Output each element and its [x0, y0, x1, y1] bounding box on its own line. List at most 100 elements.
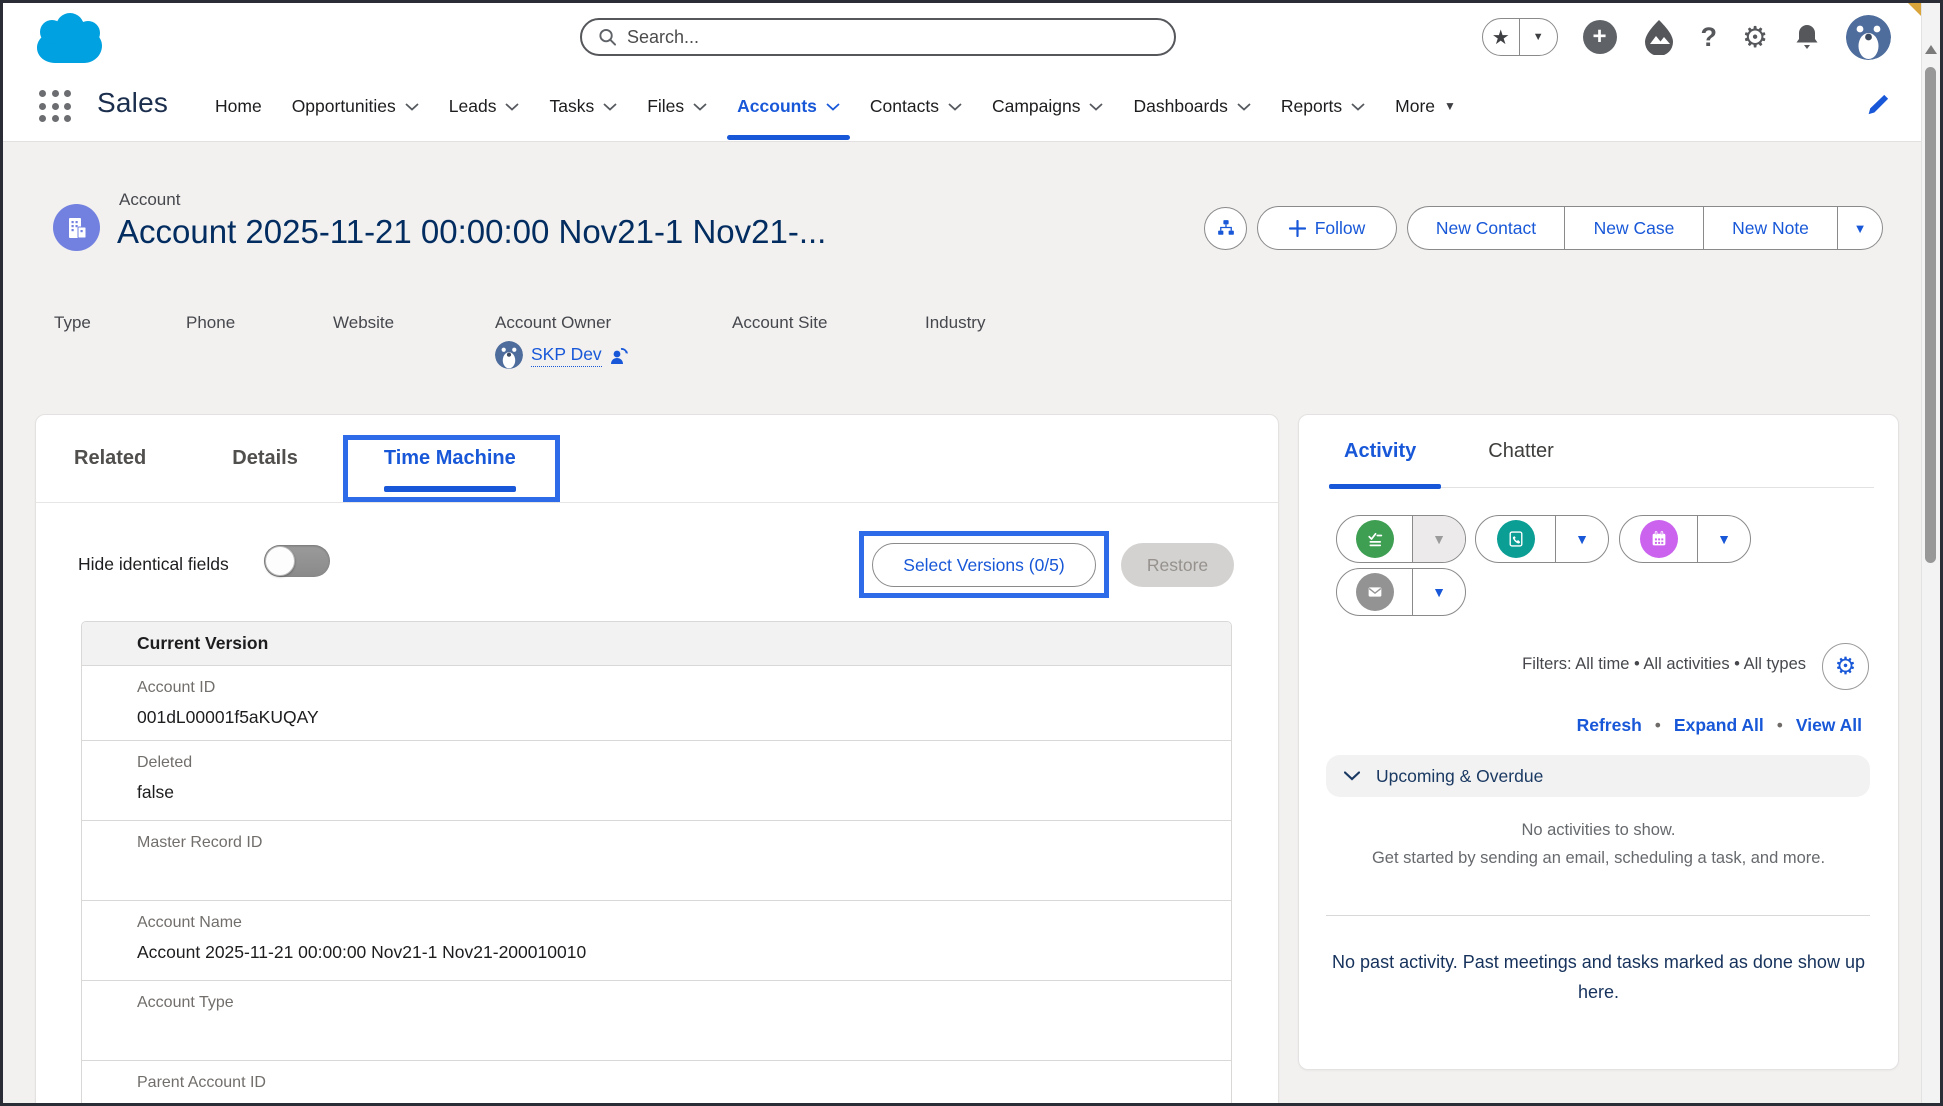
new-case-button[interactable]: New Case — [1564, 206, 1703, 250]
call-dropdown-button[interactable]: ▼ — [1556, 516, 1608, 562]
chevron-down-icon — [826, 103, 840, 111]
global-actions-button[interactable]: + — [1583, 20, 1617, 54]
star-icon: ★ — [1492, 25, 1510, 50]
nav-item-more[interactable]: More▼ — [1395, 70, 1456, 142]
page-content: Account Account 2025-11-21 00:00:00 Nov2… — [3, 143, 1921, 1103]
plus-icon — [1289, 220, 1306, 237]
caret-down-icon: ▼ — [1444, 99, 1456, 113]
get-started-text: Get started by sending an email, schedul… — [1299, 849, 1898, 868]
task-icon — [1364, 528, 1386, 550]
caret-down-icon: ▼ — [1854, 221, 1867, 236]
email-button[interactable] — [1337, 569, 1413, 615]
tab-activity[interactable]: Activity — [1344, 440, 1416, 463]
tab-related[interactable]: Related — [74, 415, 146, 502]
nav-item-reports[interactable]: Reports — [1281, 70, 1365, 142]
caret-down-icon: ▼ — [1717, 531, 1731, 547]
chevron-down-icon — [603, 103, 617, 111]
record-detail-card: Related Details Time Machine Hide identi… — [35, 414, 1279, 1106]
chevron-down-icon — [1344, 771, 1360, 781]
table-row: Account Name Account 2025-11-21 00:00:00… — [82, 901, 1231, 981]
nav-item-leads[interactable]: Leads — [449, 70, 520, 142]
global-search[interactable] — [580, 18, 1176, 56]
email-button-group: ▼ — [1336, 568, 1466, 616]
help-icon[interactable]: ? — [1701, 22, 1718, 53]
nav-item-campaigns[interactable]: Campaigns — [992, 70, 1104, 142]
restore-button[interactable]: Restore — [1121, 543, 1234, 587]
more-actions-button[interactable]: ▼ — [1837, 206, 1883, 250]
chevron-down-icon — [1351, 103, 1365, 111]
chevron-down-icon — [1089, 103, 1103, 111]
chevron-down-icon — [505, 103, 519, 111]
plus-icon: + — [1592, 23, 1606, 51]
nav-item-home[interactable]: Home — [215, 70, 262, 142]
page-title: Account 2025-11-21 00:00:00 Nov21-1 Nov2… — [117, 213, 826, 251]
caret-down-icon: ▼ — [1533, 31, 1544, 43]
app-launcher-icon[interactable] — [39, 90, 73, 124]
expand-all-link[interactable]: Expand All — [1674, 715, 1764, 736]
table-row: Account Type — [82, 981, 1231, 1061]
toggle-knob — [265, 546, 295, 576]
favorites-button-group[interactable]: ★ ▼ — [1482, 18, 1558, 56]
setup-gear-icon[interactable]: ⚙ — [1742, 20, 1768, 55]
nav-item-opportunities[interactable]: Opportunities — [292, 70, 419, 142]
caret-down-icon: ▼ — [1575, 531, 1589, 547]
building-icon — [64, 215, 90, 241]
log-a-call-button[interactable] — [1476, 516, 1556, 562]
nav-item-files[interactable]: Files — [647, 70, 707, 142]
change-owner-icon[interactable] — [610, 345, 628, 365]
hide-identical-fields-label: Hide identical fields — [78, 554, 229, 575]
app-name: Sales — [97, 87, 168, 119]
tab-details[interactable]: Details — [232, 415, 298, 502]
activity-settings-button[interactable]: ⚙ — [1822, 643, 1869, 690]
active-tab-underline — [1329, 484, 1441, 489]
vertical-scrollbar[interactable] — [1921, 3, 1940, 1103]
new-note-button[interactable]: New Note — [1703, 206, 1837, 250]
upcoming-overdue-section-header[interactable]: Upcoming & Overdue — [1326, 755, 1870, 797]
task-dropdown-button[interactable]: ▼ — [1413, 516, 1465, 562]
account-owner-link[interactable]: SKP Dev — [531, 344, 602, 367]
scrollbar-up-arrow[interactable] — [1925, 45, 1937, 54]
new-contact-button[interactable]: New Contact — [1407, 206, 1564, 250]
search-input[interactable] — [627, 27, 1158, 48]
scrollbar-thumb[interactable] — [1925, 67, 1936, 563]
refresh-link[interactable]: Refresh — [1577, 715, 1642, 736]
user-avatar[interactable] — [1846, 15, 1891, 60]
nav-item-tasks[interactable]: Tasks — [549, 70, 617, 142]
version-table: Current Version Account ID 001dL00001f5a… — [81, 621, 1232, 1106]
nav-item-contacts[interactable]: Contacts — [870, 70, 962, 142]
log-a-call-icon — [1505, 528, 1527, 550]
table-row: Deleted false — [82, 741, 1231, 821]
chevron-down-icon — [1237, 103, 1251, 111]
no-activities-text: No activities to show. — [1299, 821, 1898, 840]
favorite-star-button[interactable]: ★ — [1483, 19, 1521, 55]
caret-down-icon: ▼ — [1432, 584, 1446, 600]
event-dropdown-button[interactable]: ▼ — [1698, 516, 1750, 562]
favorites-menu-button[interactable]: ▼ — [1520, 19, 1557, 55]
log-a-call-button-group: ▼ — [1475, 515, 1609, 563]
tab-chatter[interactable]: Chatter — [1488, 440, 1554, 463]
chevron-down-icon — [405, 103, 419, 111]
entity-label: Account — [119, 190, 180, 210]
hide-identical-fields-toggle[interactable] — [264, 545, 330, 577]
table-row: Account ID 001dL00001f5aKUQAY — [82, 666, 1231, 741]
nav-item-accounts[interactable]: Accounts — [737, 70, 840, 142]
chevron-down-icon — [693, 103, 707, 111]
email-dropdown-button[interactable]: ▼ — [1413, 569, 1465, 615]
edit-navigation-pencil-icon[interactable] — [1865, 92, 1891, 118]
divider — [1326, 915, 1870, 916]
field-label-phone: Phone — [186, 313, 235, 333]
new-task-button[interactable] — [1337, 516, 1413, 562]
view-account-hierarchy-button[interactable] — [1204, 207, 1247, 250]
table-row: Master Record ID — [82, 821, 1231, 901]
trailhead-guidance-icon[interactable] — [1642, 19, 1676, 55]
owner-avatar — [495, 341, 523, 369]
new-event-button-group: ▼ — [1619, 515, 1751, 563]
view-all-link[interactable]: View All — [1796, 715, 1862, 736]
field-label-website: Website — [333, 313, 394, 333]
annotation-box-select-versions — [859, 531, 1109, 598]
follow-button[interactable]: Follow — [1257, 206, 1397, 250]
salesforce-logo — [25, 7, 117, 67]
nav-item-dashboards[interactable]: Dashboards — [1133, 70, 1250, 142]
notification-bell-icon[interactable] — [1793, 22, 1821, 52]
new-event-button[interactable] — [1620, 516, 1698, 562]
